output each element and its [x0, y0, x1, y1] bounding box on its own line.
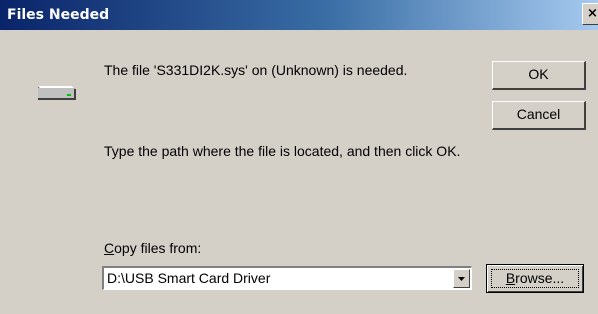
file-needed-message: The file 'S331DI2K.sys' on (Unknown) is … [104, 62, 408, 78]
dropdown-button[interactable] [453, 269, 470, 288]
drive-icon [38, 86, 76, 100]
path-value[interactable]: D:\USB Smart Card Driver [107, 270, 270, 286]
close-icon: × [587, 6, 598, 21]
browse-button[interactable]: Browse... [486, 264, 584, 293]
browse-focus-rect: Browse... [491, 269, 579, 288]
cancel-button[interactable]: Cancel [492, 101, 586, 130]
close-button[interactable]: × [582, 3, 598, 25]
copy-label-access-key: C [104, 240, 115, 256]
browse-access-key: B [505, 270, 516, 286]
path-instruction-message: Type the path where the file is located,… [104, 143, 461, 159]
chevron-down-icon [458, 277, 465, 281]
ok-button[interactable]: OK [492, 61, 586, 90]
dialog-title: Files Needed [7, 7, 110, 23]
title-bar[interactable]: Files Needed × [0, 0, 598, 30]
browse-label: rowse... [515, 270, 565, 286]
copy-files-from-combobox[interactable]: D:\USB Smart Card Driver [102, 266, 472, 290]
copy-label-text: opy files from: [114, 240, 202, 256]
files-needed-dialog: Files Needed × The file 'S331DI2K.sys' o… [0, 0, 598, 314]
copy-files-from-label: Copy files from: [104, 240, 201, 256]
